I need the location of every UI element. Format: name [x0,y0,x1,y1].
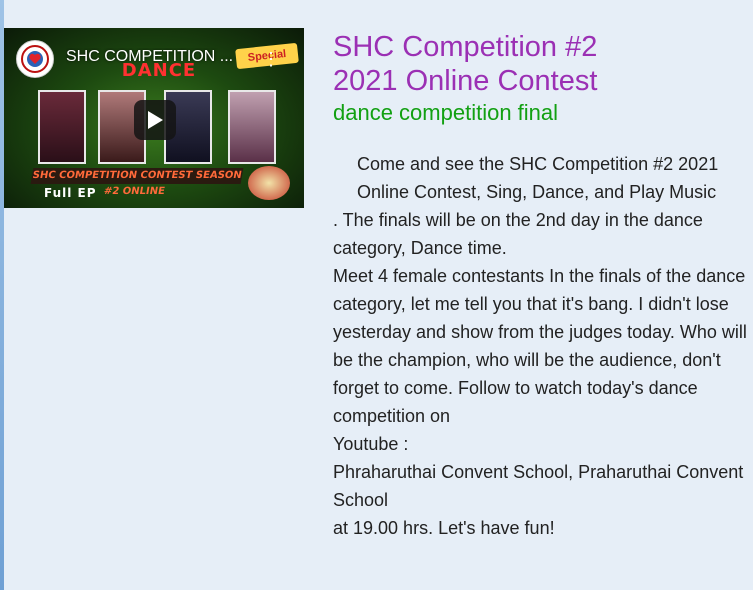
contestant-panel [228,90,276,164]
description-paragraph: . The finals will be on the 2nd day in t… [333,210,703,258]
play-icon [148,111,163,129]
post-title-line-1: SHC Competition #2 [333,31,598,63]
thumbnail-season-banner: SHC COMPETITION CONTEST SEASON #2 ONLINE [30,168,244,197]
post-subtitle: dance competition final [333,100,559,125]
description-paragraph: Phraharuthai Convent School, Praharuthai… [333,462,744,510]
thumbnail-badge [248,166,290,200]
post-header: SHC Competition #2 2021 Online Contest d… [333,30,743,126]
post-description: Come and see the SHC Competition #2 2021… [333,150,748,542]
play-button[interactable] [134,100,176,140]
thumbnail-footer: Full EP [44,186,97,200]
embedded-video-player[interactable]: DANCE Special SHC COMPETITION CONTEST SE… [4,28,304,208]
description-paragraph: Come and see the SHC Competition #2 2021… [357,154,719,202]
post-title-line-2: 2021 Online Contest [333,65,598,97]
description-paragraph: Meet 4 female contestants In the finals … [333,266,747,426]
video-title[interactable]: SHC COMPETITION ... [66,48,242,66]
description-paragraph: at 19.00 hrs. Let's have fun! [333,518,555,538]
contestant-panel [38,90,86,164]
more-vertical-icon[interactable]: ⋮ [262,48,280,70]
description-paragraph: Youtube : [333,434,409,454]
school-logo-icon[interactable] [16,40,54,78]
